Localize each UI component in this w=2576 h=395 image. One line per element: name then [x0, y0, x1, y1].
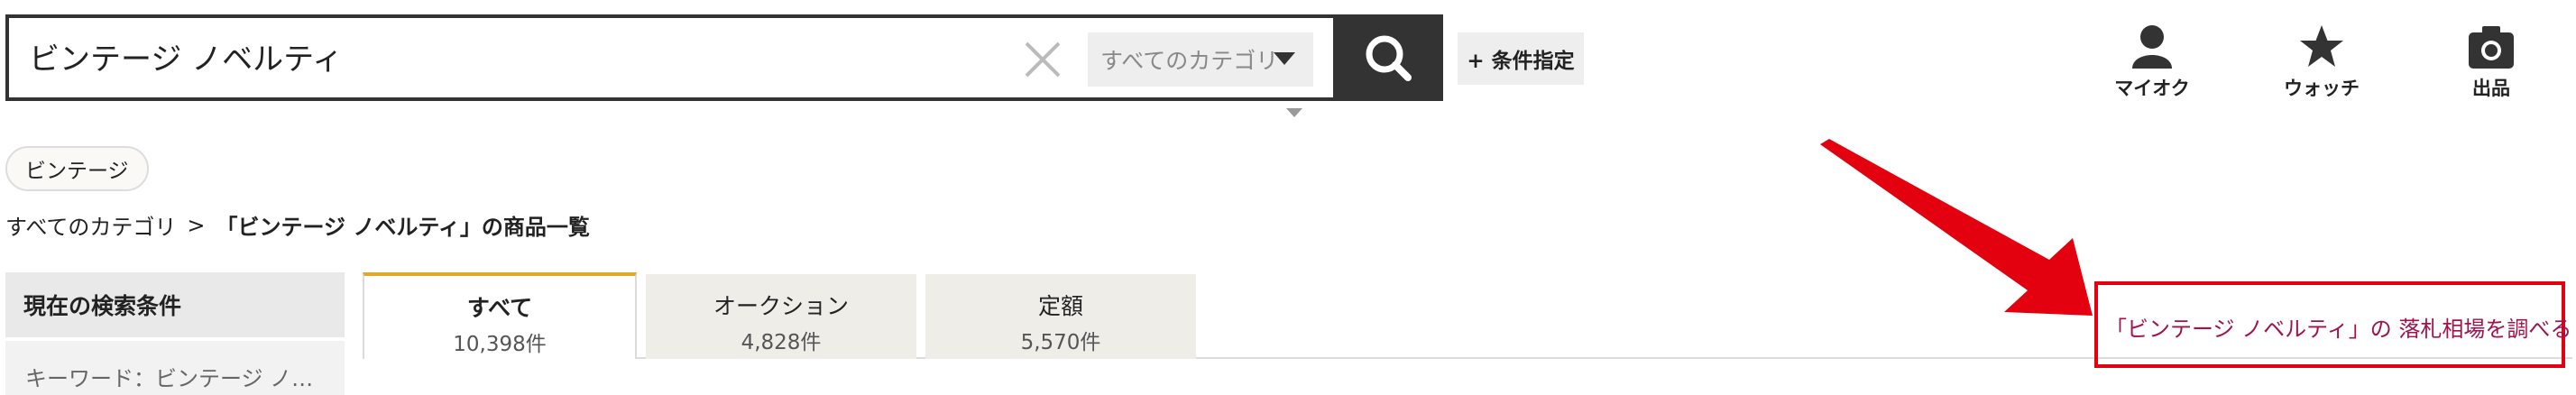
tab-auction-count: 4,828件	[741, 331, 822, 354]
sidebar-keyword: キーワード：ビンテージ ノ…	[5, 341, 345, 395]
header-watch[interactable]: ウォッチ	[2259, 23, 2385, 101]
search-input[interactable]: ビンテージ ノベルティ	[29, 34, 343, 78]
condition-button[interactable]: + 条件指定	[1458, 32, 1584, 85]
caret-down-icon	[1274, 52, 1295, 65]
header-sell[interactable]: 出品	[2428, 23, 2554, 101]
tab-fixed-price-count: 5,570件	[1020, 331, 1101, 354]
page-title: 「ビンテージ ノベルティ」の商品一覧	[216, 215, 590, 240]
sidebar-heading: 現在の検索条件	[5, 272, 345, 337]
breadcrumb-root[interactable]: すべてのカテゴリ	[5, 209, 176, 241]
tab-auction-label: オークション	[713, 293, 849, 319]
breadcrumb: すべてのカテゴリ > 「ビンテージ ノベルティ」の商品一覧	[5, 209, 590, 241]
tag-chip[interactable]: ビンテージ	[5, 146, 149, 191]
tab-fixed-price[interactable]: 定額 5,570件	[925, 274, 1196, 359]
star-icon	[2300, 25, 2343, 67]
tab-all-label: すべて	[466, 295, 533, 321]
breadcrumb-separator: >	[187, 212, 206, 238]
header-sell-label: 出品	[2472, 78, 2510, 99]
person-icon	[2132, 25, 2172, 69]
header-watch-label: ウォッチ	[2284, 78, 2360, 99]
tab-all[interactable]: すべて 10,398件	[363, 272, 637, 359]
header-myauction[interactable]: マイオク	[2089, 23, 2215, 101]
annotation-arrow-icon	[1820, 139, 2093, 316]
header-myauction-label: マイオク	[2114, 78, 2190, 99]
tab-fixed-price-label: 定額	[1037, 293, 1083, 319]
clear-icon[interactable]	[1023, 40, 1063, 79]
tab-all-count: 10,398件	[453, 333, 547, 356]
tab-auction[interactable]: オークション 4,828件	[646, 274, 916, 359]
search-icon	[1366, 35, 1412, 81]
camera-icon	[2469, 26, 2514, 69]
search-button[interactable]	[1333, 14, 1443, 101]
category-select-value: すべてのカテゴリ	[1100, 48, 1279, 74]
suggest-caret-icon	[1286, 108, 1302, 117]
market-price-link[interactable]: 「ビンテージ ノベルティ」の 落札相場を調べる	[2105, 311, 2571, 343]
